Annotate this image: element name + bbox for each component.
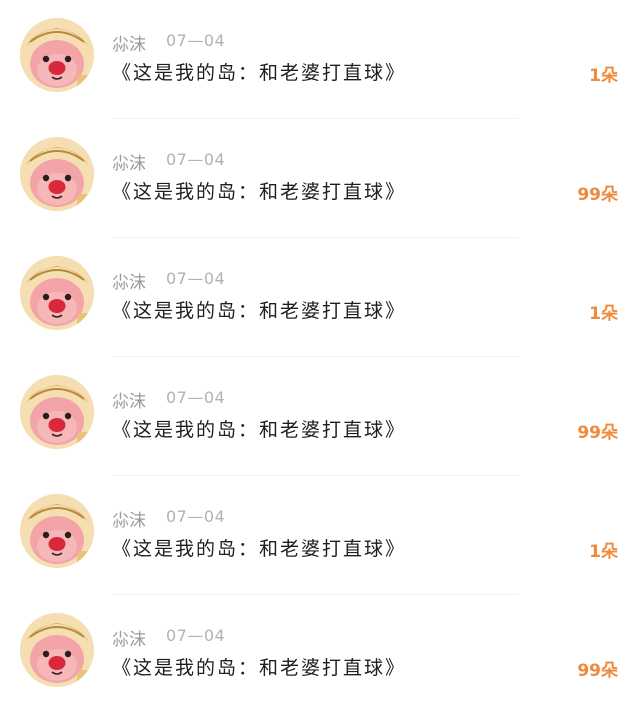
list-item[interactable]: 尛沫 07—04 《这是我的岛：和老婆打直球》 1朵 [0, 0, 640, 119]
user-name: 尛沫 [112, 392, 146, 412]
list-item[interactable]: 尛沫 07—04 《这是我的岛：和老婆打直球》 1朵 [0, 238, 640, 357]
avatar[interactable] [20, 256, 94, 330]
flower-count: 1朵 [589, 66, 618, 86]
flower-count: 1朵 [589, 304, 618, 324]
date-label: 07—04 [166, 626, 226, 645]
gift-record-list: 尛沫 07—04 《这是我的岛：和老婆打直球》 1朵 尛沫 07—04 《这是我… [0, 0, 640, 717]
book-title: 《这是我的岛：和老婆打直球》 [112, 538, 407, 560]
flower-count: 99朵 [577, 661, 618, 681]
book-title: 《这是我的岛：和老婆打直球》 [112, 181, 407, 203]
user-name: 尛沫 [112, 630, 146, 650]
list-item[interactable]: 尛沫 07—04 《这是我的岛：和老婆打直球》 99朵 [0, 357, 640, 476]
avatar[interactable] [20, 494, 94, 568]
flower-count: 1朵 [589, 542, 618, 562]
date-label: 07—04 [166, 150, 226, 169]
character-avatar-icon [20, 613, 94, 687]
flower-count: 99朵 [577, 185, 618, 205]
list-item[interactable]: 尛沫 07—04 《这是我的岛：和老婆打直球》 99朵 [0, 119, 640, 238]
character-avatar-icon [20, 375, 94, 449]
avatar[interactable] [20, 18, 94, 92]
character-avatar-icon [20, 256, 94, 330]
avatar[interactable] [20, 137, 94, 211]
user-name: 尛沫 [112, 273, 146, 293]
book-title: 《这是我的岛：和老婆打直球》 [112, 62, 407, 84]
book-title: 《这是我的岛：和老婆打直球》 [112, 419, 407, 441]
character-avatar-icon [20, 137, 94, 211]
book-title: 《这是我的岛：和老婆打直球》 [112, 300, 407, 322]
list-item[interactable]: 尛沫 07—04 《这是我的岛：和老婆打直球》 1朵 [0, 476, 640, 595]
avatar[interactable] [20, 375, 94, 449]
date-label: 07—04 [166, 269, 226, 288]
avatar[interactable] [20, 613, 94, 687]
user-name: 尛沫 [112, 511, 146, 531]
character-avatar-icon [20, 494, 94, 568]
character-avatar-icon [20, 18, 94, 92]
date-label: 07—04 [166, 507, 226, 526]
book-title: 《这是我的岛：和老婆打直球》 [112, 657, 407, 679]
list-item[interactable]: 尛沫 07—04 《这是我的岛：和老婆打直球》 99朵 [0, 595, 640, 714]
user-name: 尛沫 [112, 154, 146, 174]
date-label: 07—04 [166, 31, 226, 50]
user-name: 尛沫 [112, 35, 146, 55]
flower-count: 99朵 [577, 423, 618, 443]
date-label: 07—04 [166, 388, 226, 407]
